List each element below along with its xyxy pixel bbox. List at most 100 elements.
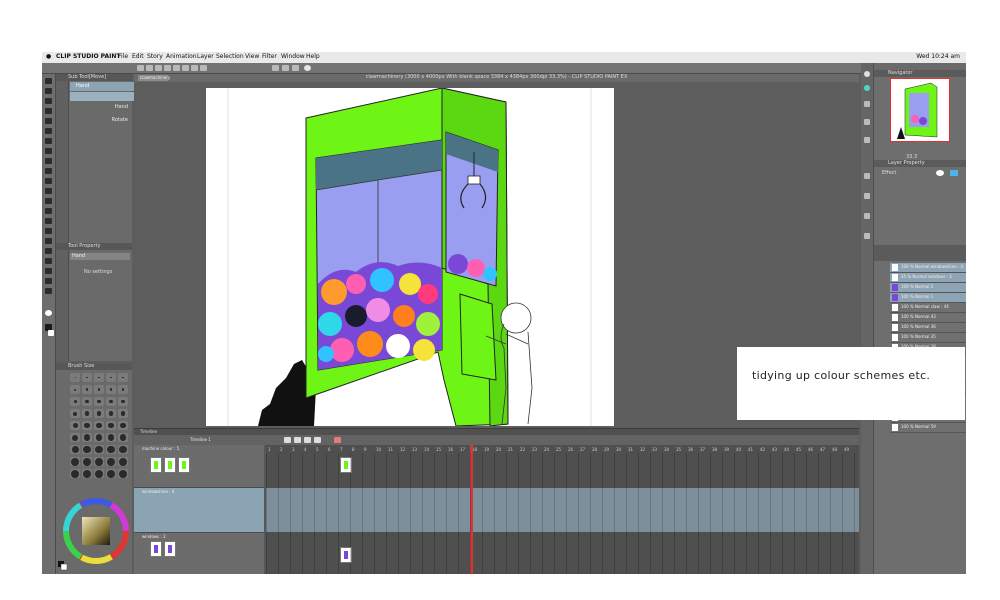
menu-story[interactable]: Story — [147, 53, 163, 60]
balloon-tool-icon[interactable] — [45, 278, 52, 284]
brush-size-preset[interactable] — [82, 445, 92, 454]
brush-size-preset[interactable] — [106, 409, 116, 418]
brush-size-preset[interactable] — [70, 385, 80, 394]
brush-size-preset[interactable] — [106, 421, 116, 430]
history-icon[interactable] — [864, 119, 870, 125]
open-file-icon[interactable] — [146, 65, 153, 71]
menu-filter[interactable]: Filter — [262, 53, 277, 60]
brush-size-preset[interactable] — [82, 457, 92, 466]
brush-size-preset[interactable] — [94, 421, 104, 430]
brush-size-preset[interactable] — [94, 397, 104, 406]
track-windowshine[interactable]: windowshine : 4 — [134, 488, 264, 533]
brush-size-preset[interactable] — [118, 457, 128, 466]
layer-row[interactable]: 100 % Normal 35 — [890, 333, 966, 343]
prev-frame-icon[interactable] — [314, 437, 321, 443]
brush-size-preset[interactable] — [94, 385, 104, 394]
sub-tool-hand-label[interactable]: Hand — [115, 104, 128, 110]
track-machine-colour[interactable]: machine colour : 5 — [134, 445, 264, 488]
move-layer-tool-icon[interactable] — [45, 108, 52, 114]
eraser-tool-icon[interactable] — [45, 198, 52, 204]
animation-cels-icon[interactable] — [864, 193, 870, 199]
sub-color-swatch[interactable] — [48, 330, 54, 336]
layer-property-icon[interactable] — [864, 173, 870, 179]
auto-action-icon[interactable] — [864, 213, 870, 219]
brush-size-preset[interactable] — [94, 409, 104, 418]
next-frame-icon[interactable] — [304, 437, 311, 443]
layer-row[interactable]: 100 % Normal 2 — [890, 283, 966, 293]
brush-size-preset[interactable] — [106, 457, 116, 466]
sub-tool-rotate-label[interactable]: Rotate — [112, 117, 128, 123]
stop-icon[interactable] — [294, 437, 301, 443]
pencil-tool-icon[interactable] — [45, 158, 52, 164]
brush-size-preset[interactable] — [94, 457, 104, 466]
airbrush-tool-icon[interactable] — [45, 178, 52, 184]
undo-icon[interactable] — [164, 65, 171, 71]
text-tool-icon[interactable] — [45, 268, 52, 274]
layer-row[interactable]: 100 % Normal claw : 44 — [890, 303, 966, 313]
brush-size-preset[interactable] — [106, 469, 116, 478]
brush-tool-icon[interactable] — [45, 168, 52, 174]
menu-animation[interactable]: Animation — [166, 53, 197, 60]
assets-icon[interactable] — [304, 65, 311, 71]
frame-tool-icon[interactable] — [45, 248, 52, 254]
brush-size-preset[interactable] — [82, 433, 92, 442]
pen-tool-icon[interactable] — [45, 148, 52, 154]
operation-tool-icon[interactable] — [45, 98, 52, 104]
selection-tool-icon[interactable] — [45, 118, 52, 124]
menu-edit[interactable]: Edit — [132, 53, 144, 60]
app-name-menu[interactable]: CLIP STUDIO PAINT — [56, 53, 120, 60]
layer-color-icon[interactable] — [950, 170, 958, 176]
brush-size-preset[interactable] — [118, 421, 128, 430]
play-icon[interactable] — [284, 437, 291, 443]
settings-icon[interactable] — [200, 65, 207, 71]
transform-icon[interactable] — [191, 65, 198, 71]
brush-size-preset[interactable] — [106, 445, 116, 454]
decoration-tool-icon[interactable] — [45, 188, 52, 194]
layer-row[interactable]: 100 % Normal 59 — [890, 423, 966, 433]
zoom-tool-icon[interactable] — [45, 78, 52, 84]
brush-size-preset[interactable] — [82, 409, 92, 418]
menu-selection[interactable]: Selection — [216, 53, 244, 60]
figure-tool-icon[interactable] — [45, 238, 52, 244]
brush-size-preset[interactable] — [118, 445, 128, 454]
brush-size-preset[interactable] — [118, 385, 128, 394]
snap-icon[interactable] — [272, 65, 279, 71]
brush-size-preset[interactable] — [106, 385, 116, 394]
navigator-tab-icon[interactable] — [864, 71, 870, 77]
apple-icon[interactable]: ● — [46, 53, 51, 60]
timeline-name-field[interactable]: Timeline 1 — [190, 437, 211, 442]
onion-skin-icon[interactable] — [334, 437, 341, 443]
menu-help[interactable]: Help — [306, 53, 320, 60]
line-correction-tool-icon[interactable] — [45, 288, 52, 294]
blend-tool-icon[interactable] — [45, 208, 52, 214]
new-file-icon[interactable] — [137, 65, 144, 71]
brush-size-preset[interactable] — [106, 397, 116, 406]
move-tool-icon[interactable] — [45, 88, 52, 94]
brush-size-preset[interactable] — [82, 385, 92, 394]
brush-size-preset[interactable] — [94, 445, 104, 454]
border-effect-icon[interactable] — [936, 170, 944, 176]
brush-size-preset[interactable] — [70, 457, 80, 466]
brush-size-preset[interactable] — [94, 373, 104, 382]
clear-icon[interactable] — [182, 65, 189, 71]
menu-window[interactable]: Window — [281, 53, 305, 60]
brush-size-preset[interactable] — [82, 469, 92, 478]
brush-size-preset[interactable] — [70, 421, 80, 430]
brush-size-preset[interactable] — [118, 469, 128, 478]
brush-size-preset[interactable] — [106, 433, 116, 442]
gradient-tool-icon[interactable] — [45, 228, 52, 234]
brush-size-preset[interactable] — [82, 373, 92, 382]
brush-size-preset[interactable] — [70, 409, 80, 418]
sub-view-icon[interactable] — [864, 85, 870, 91]
fill-tool-icon[interactable] — [45, 218, 52, 224]
document-tab[interactable]: clawmachinery — [138, 75, 170, 81]
brush-size-preset[interactable] — [118, 397, 128, 406]
eyedropper-tool-icon[interactable] — [45, 138, 52, 144]
menu-view[interactable]: View — [245, 53, 259, 60]
ruler-icon[interactable] — [282, 65, 289, 71]
brush-size-preset[interactable] — [94, 469, 104, 478]
item-bank-icon[interactable] — [864, 233, 870, 239]
brush-size-preset[interactable] — [94, 433, 104, 442]
layer-row[interactable]: 100 % Normal 36 — [890, 323, 966, 333]
layer-row[interactable]: 100 % Normal windowshine : 4 — [890, 263, 966, 273]
